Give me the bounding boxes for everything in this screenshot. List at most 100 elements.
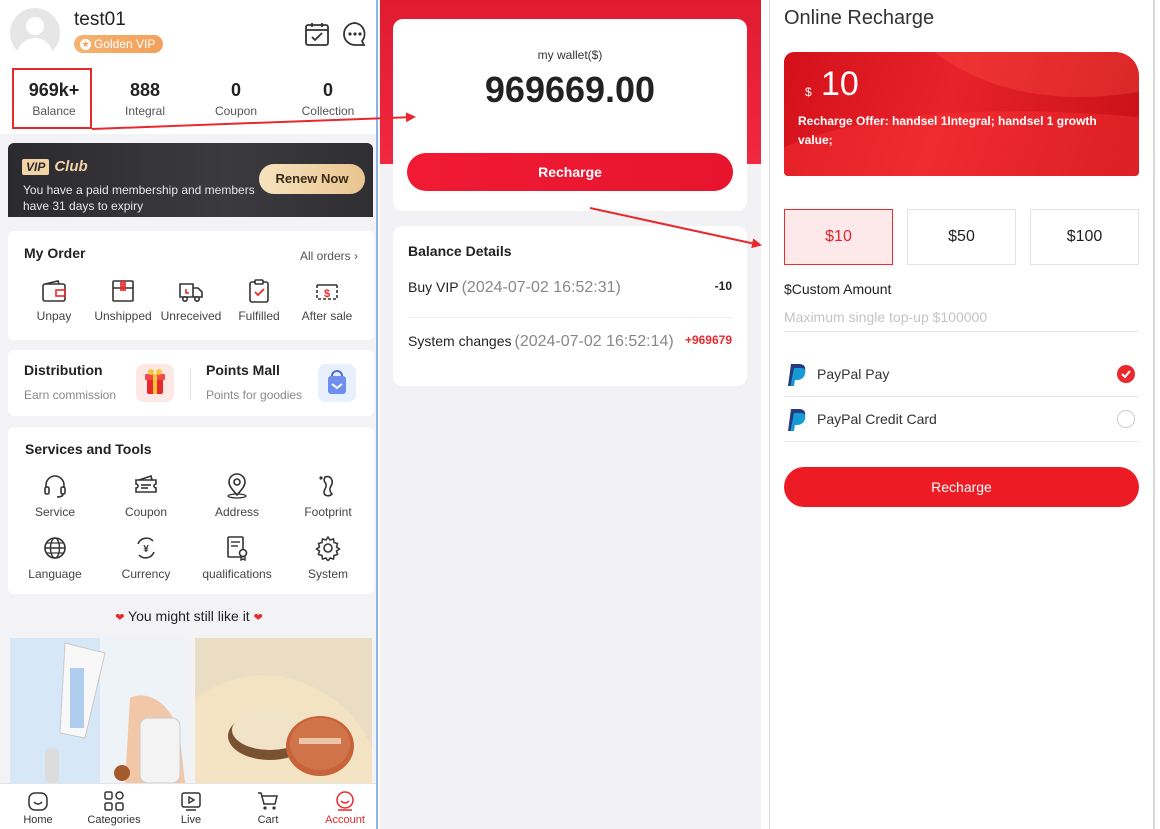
stat-value: 0 — [230, 80, 241, 100]
vip-club-text: You have a paid membership and members h… — [23, 183, 255, 213]
offer-amount: 10 — [821, 65, 859, 103]
language-label: Language — [28, 567, 82, 581]
account-panel: test01 ★ Golden VIP 969k+ Balance 888 Integ… — [0, 0, 378, 829]
renew-now-button[interactable]: Renew Now — [259, 164, 365, 194]
tab-cart[interactable]: Cart — [230, 790, 306, 826]
product-image-cream-jar — [195, 638, 372, 783]
balance-details-title: Balance Details — [408, 243, 512, 259]
balance-row-amount: +969679 — [684, 333, 732, 347]
heart-icon: ❤ — [253, 612, 263, 624]
tab-categories-label: Categories — [87, 814, 141, 826]
stat-collection[interactable]: 0 Collection — [288, 80, 368, 118]
tab-cart-label: Cart — [257, 814, 279, 826]
product-image-hair-straightener — [10, 638, 187, 783]
grid-icon — [104, 791, 124, 811]
points-mall-bag-icon — [318, 364, 356, 402]
wallet-label: my wallet($) — [537, 48, 603, 62]
heart-icon: ❤ — [115, 612, 125, 624]
tab-categories[interactable]: Categories — [76, 790, 152, 826]
radio-checked-icon[interactable] — [1117, 365, 1135, 383]
order-after-sale[interactable]: $ After sale — [286, 279, 368, 323]
address-item[interactable]: Address — [196, 473, 278, 519]
balance-row-date: (2024-07-02 16:52:31) — [461, 279, 621, 296]
amount-option-50[interactable]: $50 — [907, 209, 1016, 265]
stat-label: Coupon — [214, 104, 258, 118]
divider — [784, 441, 1139, 442]
points-mall-subtitle: Points for goodies — [206, 388, 303, 402]
vip-club-badge: VIP — [22, 158, 50, 175]
payment-method-paypal[interactable]: PayPal Pay — [784, 352, 1139, 396]
tab-live-label: Live — [180, 814, 202, 826]
balance-row-name: System changes — [408, 333, 512, 349]
vip-club-logo: VIP Club — [22, 158, 88, 175]
service-label: Service — [34, 505, 75, 519]
tab-home[interactable]: Home — [0, 790, 76, 826]
avatar[interactable] — [10, 8, 60, 58]
custom-amount-input[interactable]: Maximum single top-up $100000 — [784, 309, 987, 325]
divider — [408, 317, 732, 318]
amount-option-100[interactable]: $100 — [1030, 209, 1139, 265]
wallet-recharge-button[interactable]: Recharge — [407, 153, 733, 191]
balance-details-card: Balance Details Buy VIP (2024-07-02 16:52… — [393, 226, 747, 386]
offer-currency: $ — [805, 85, 812, 99]
distribution-gift-icon — [136, 364, 174, 402]
tab-account[interactable]: Account — [307, 790, 376, 826]
recharge-panel: Online Recharge $ 10 Recharge Offer: han… — [769, 0, 1155, 829]
language-item[interactable]: Language — [14, 535, 96, 581]
points-mall-title: Points Mall — [206, 362, 280, 378]
radio-unchecked-icon[interactable] — [1117, 410, 1135, 428]
stat-coupon[interactable]: 0 Coupon — [196, 80, 276, 118]
calendar-checkin-icon[interactable] — [304, 21, 330, 47]
qualifications-item[interactable]: qualifications — [196, 535, 278, 581]
offer-description: Recharge Offer: handsel 1Integral; hands… — [798, 114, 1097, 147]
product-card[interactable] — [10, 638, 187, 783]
system-item[interactable]: System — [287, 535, 369, 581]
distribution-card: Distribution Earn commission Points Mall… — [8, 350, 374, 416]
paypal-icon — [788, 364, 806, 386]
services-title: Services and Tools — [25, 441, 152, 457]
recharge-submit-button[interactable]: Recharge — [784, 467, 1139, 507]
tab-live[interactable]: Live — [153, 790, 229, 826]
recharge-offer-banner: $ 10 Recharge Offer: handsel 1Integral; … — [784, 52, 1139, 176]
certificate-icon — [227, 536, 248, 561]
headset-icon — [44, 475, 66, 498]
distribution-subtitle: Earn commission — [24, 388, 117, 402]
stat-value: 888 — [129, 80, 161, 100]
profile-header: test01 ★ Golden VIP 969k+ Balance 888 Integ… — [0, 0, 376, 134]
svg-text:¥: ¥ — [143, 544, 149, 555]
system-label: System — [307, 567, 348, 581]
stat-integral[interactable]: 888 Integral — [105, 80, 185, 118]
wallet-icon — [42, 280, 66, 302]
wallet-card: my wallet($) 969669.00 Recharge — [393, 19, 747, 211]
balance-row: Buy VIP (2024-07-02 16:52:31) -10 — [408, 279, 732, 319]
tab-account-label: Account — [325, 814, 365, 826]
paypal-icon — [788, 409, 806, 431]
amount-option-10[interactable]: $10 — [784, 209, 893, 265]
recommend-heading-text: You might still like it — [128, 608, 250, 624]
service-item[interactable]: Service — [14, 473, 96, 519]
globe-icon — [44, 537, 66, 559]
product-card[interactable] — [195, 638, 372, 783]
footprint-item[interactable]: Footprint — [287, 473, 369, 519]
wallet-amount: 969669.00 — [484, 69, 656, 110]
message-icon[interactable] — [342, 21, 368, 47]
services-card: Services and Tools Service Coupon Addres… — [8, 427, 374, 594]
payment-method-name: PayPal Credit Card — [817, 411, 937, 427]
currency-item[interactable]: ¥ Currency — [105, 535, 187, 581]
currency-exchange-icon: ¥ — [137, 537, 155, 559]
vip-badge-label: Golden VIP — [94, 37, 156, 51]
payment-method-paypal-credit[interactable]: PayPal Credit Card — [784, 397, 1139, 441]
all-orders-link[interactable]: All orders › — [300, 249, 358, 263]
footprint-label: Footprint — [304, 505, 352, 519]
stat-value: 0 — [322, 80, 333, 100]
coupon-tool-item[interactable]: Coupon — [105, 473, 187, 519]
refund-icon: $ — [316, 284, 338, 300]
location-pin-icon — [227, 473, 247, 499]
balance-row: System changes (2024-07-02 16:52:14) +969… — [408, 333, 732, 373]
username: test01 — [74, 9, 126, 30]
stat-label: Integral — [124, 104, 166, 118]
truck-icon — [179, 283, 203, 302]
ticket-icon — [135, 474, 157, 493]
balance-row-name: Buy VIP — [408, 279, 459, 295]
currency-label: Currency — [121, 567, 171, 581]
